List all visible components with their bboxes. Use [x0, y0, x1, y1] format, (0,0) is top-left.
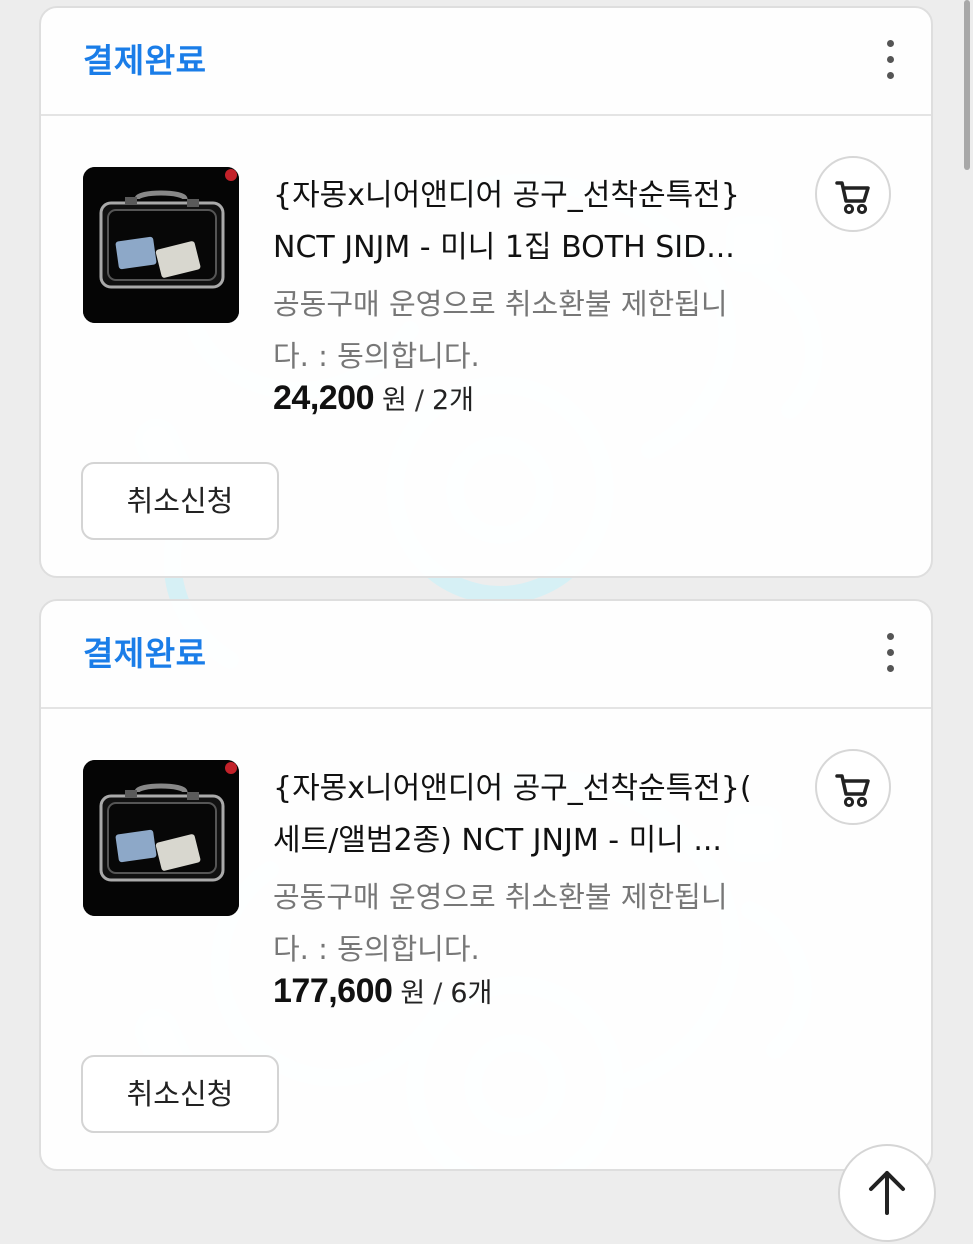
separator: / — [433, 978, 443, 1009]
scrollbar-thumb[interactable] — [964, 0, 970, 170]
currency-label: 원 — [400, 978, 426, 1009]
product-title-line: 세트/앨범2종) NCT JNJM - 미니 ... — [273, 823, 722, 858]
scrollbar[interactable] — [959, 0, 973, 1200]
product-title-line: {자몽x니어앤디어 공구_선착순특전} — [273, 178, 740, 213]
more-options-dot — [887, 72, 894, 79]
album-icon — [83, 760, 239, 916]
refund-notice-line: 공동구매 운영으로 취소환불 제한됩니 — [273, 287, 728, 321]
cart-icon — [835, 181, 870, 215]
refund-notice: 공동구매 운영으로 취소환불 제한됩니 다. : 동의합니다. — [273, 871, 793, 975]
order-card-header: 결제완료 — [41, 601, 931, 709]
quantity-label: 2개 — [431, 385, 474, 416]
more-options-dot — [887, 633, 894, 640]
order-card-header: 결제완료 — [41, 8, 931, 116]
quantity-label: 6개 — [450, 978, 493, 1009]
cancel-request-button[interactable]: 취소신청 — [81, 1055, 279, 1133]
cancel-request-button[interactable]: 취소신청 — [81, 462, 279, 540]
order-status: 결제완료 — [83, 634, 207, 673]
more-options-dot — [887, 665, 894, 672]
album-icon — [83, 167, 239, 323]
price-line: 24,200 원/2개 — [273, 375, 474, 421]
more-options-button[interactable] — [879, 38, 903, 82]
product-thumbnail[interactable] — [83, 760, 239, 916]
price-line: 177,600 원/6개 — [273, 968, 492, 1014]
more-options-dot — [887, 40, 894, 47]
more-options-dot — [887, 649, 894, 656]
add-to-cart-button[interactable] — [815, 156, 891, 232]
more-options-dot — [887, 56, 894, 63]
order-card: 결제완료 {자몽x니어앤디어 공구_선착순특전}( 세트/앨범2종) NCT J… — [39, 599, 933, 1171]
price-value: 24,200 — [273, 379, 375, 417]
currency-label: 원 — [382, 385, 407, 416]
product-thumbnail[interactable] — [83, 167, 239, 323]
arrow-up-icon — [869, 1171, 905, 1215]
refund-notice: 공동구매 운영으로 취소환불 제한됩니 다. : 동의합니다. — [273, 278, 793, 382]
price-value: 177,600 — [273, 972, 393, 1010]
product-title-line: NCT JNJM - 미니 1집 BOTH SID... — [273, 230, 735, 265]
scroll-to-top-button[interactable] — [838, 1144, 936, 1242]
refund-notice-line: 공동구매 운영으로 취소환불 제한됩니 — [273, 880, 728, 914]
separator: / — [414, 385, 424, 416]
order-card: 결제완료 {자몽x니어앤디어 공구_선착순특전} NCT JNJM - 미니 1… — [39, 6, 933, 578]
product-title-line: {자몽x니어앤디어 공구_선착순특전}( — [273, 771, 752, 806]
product-title[interactable]: {자몽x니어앤디어 공구_선착순특전}( 세트/앨범2종) NCT JNJM -… — [273, 763, 793, 867]
add-to-cart-button[interactable] — [815, 749, 891, 825]
cart-icon — [835, 774, 870, 808]
order-status: 결제완료 — [83, 41, 207, 80]
product-title[interactable]: {자몽x니어앤디어 공구_선착순특전} NCT JNJM - 미니 1집 BOT… — [273, 170, 793, 274]
more-options-button[interactable] — [879, 631, 903, 675]
